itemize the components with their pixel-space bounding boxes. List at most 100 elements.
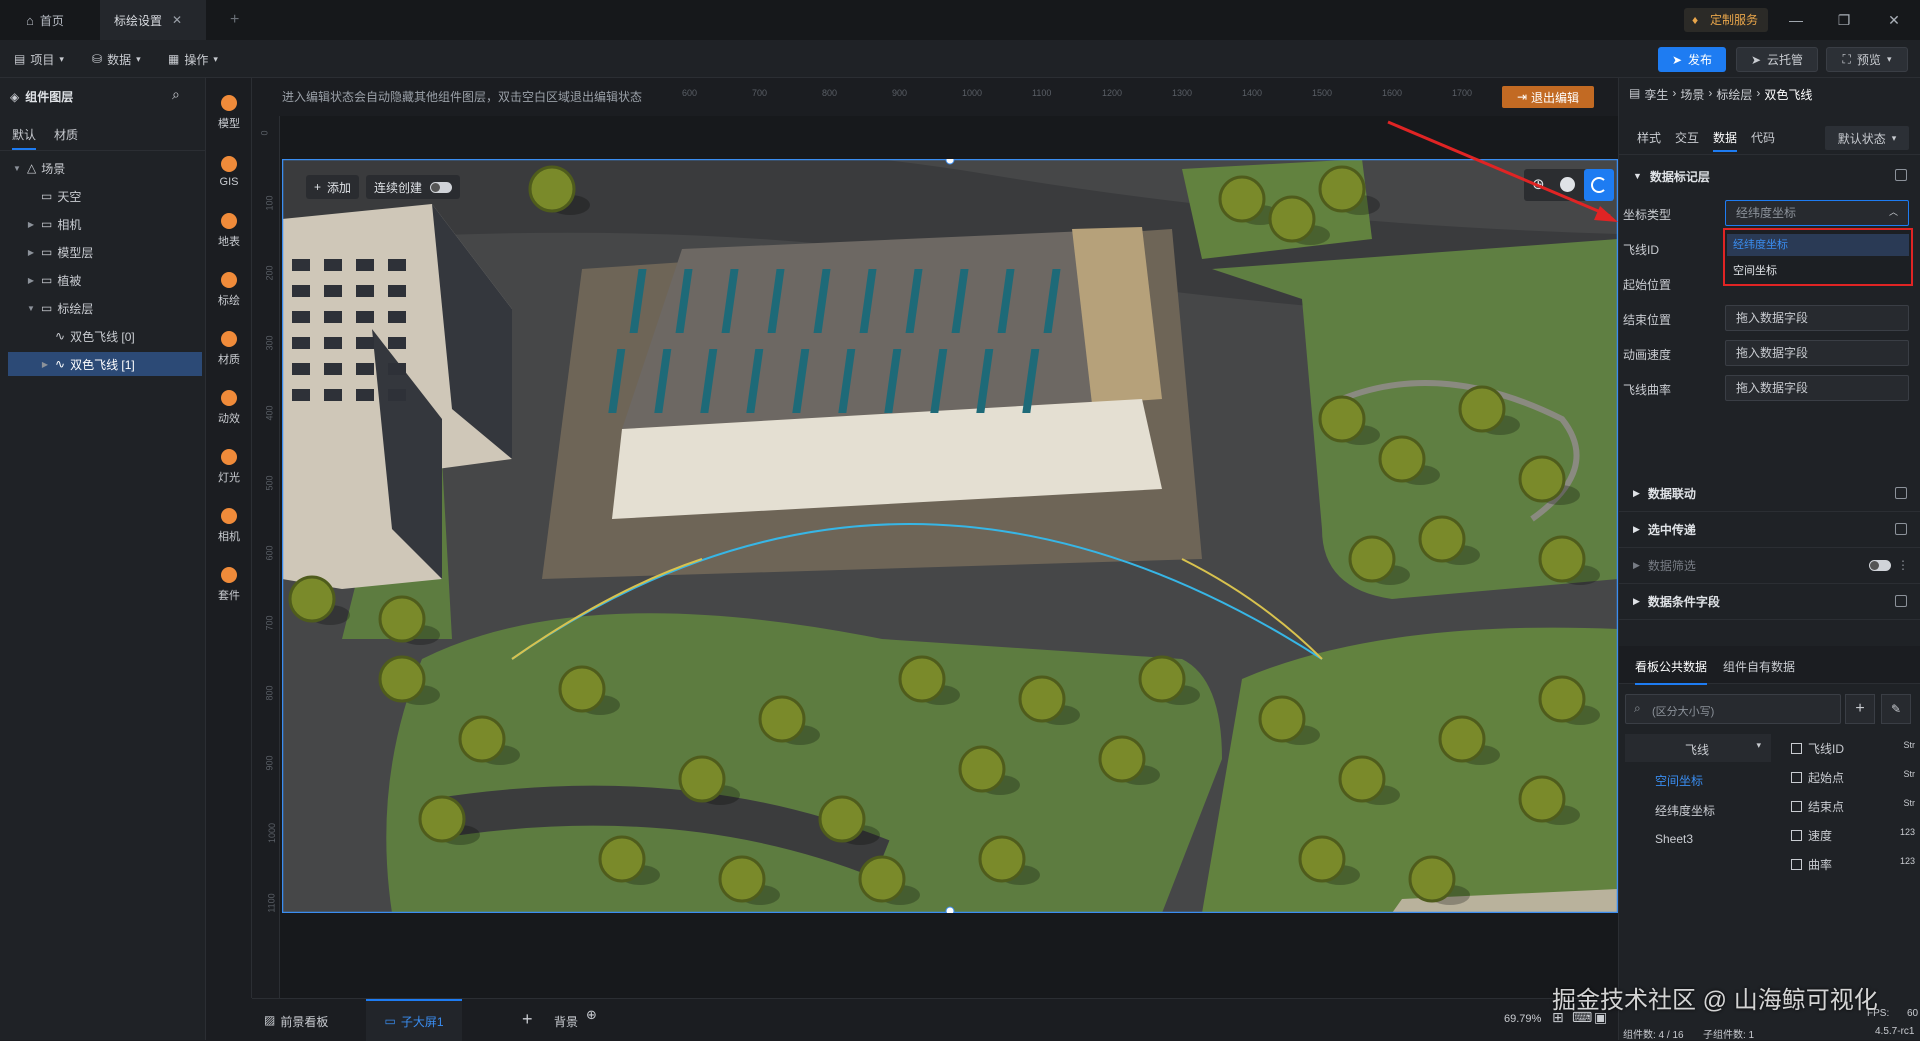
breadcrumb-item[interactable]: 孪生 (1644, 86, 1668, 103)
checkbox[interactable] (1791, 772, 1802, 783)
caret-down-icon[interactable]: ▼ (26, 304, 36, 313)
dataset-select-value: 飞线 (1685, 743, 1710, 757)
tab-style[interactable]: 样式 (1637, 124, 1661, 152)
caret-right-icon[interactable]: ▶ (40, 360, 50, 369)
dataset-select[interactable]: 飞线 ▾ (1625, 734, 1771, 762)
minimize-icon[interactable]: — (1786, 10, 1806, 30)
dropdown-option-space[interactable]: 空间坐标 (1727, 260, 1909, 282)
add-dataset-button[interactable]: + (1845, 694, 1875, 724)
checkbox[interactable] (1791, 801, 1802, 812)
add-circle-icon[interactable]: ⊕ (586, 1007, 597, 1023)
section-data-layer[interactable]: ▼ 数据标记层 (1619, 158, 1920, 194)
lock-icon[interactable] (1895, 595, 1907, 607)
lock-icon[interactable] (1895, 169, 1907, 181)
breadcrumb-item[interactable]: 场景 (1680, 86, 1704, 103)
operate-menu[interactable]: ▦ 操作 ▾ (168, 40, 218, 78)
field-item[interactable]: 曲率 123 (1791, 856, 1917, 873)
tab-settings[interactable]: 标绘设置 ✕ (100, 0, 206, 40)
more-icon[interactable]: ⋮ (1897, 558, 1909, 572)
window-close-icon[interactable]: ✕ (1884, 10, 1904, 30)
tool-light[interactable]: 灯光 (206, 442, 252, 492)
custom-service-button[interactable]: ♦ 定制服务 (1684, 8, 1769, 32)
data-search-field[interactable]: ⌕ (区分大小写) (1625, 694, 1841, 724)
field-item[interactable]: 起始点 Str (1791, 769, 1917, 786)
layers-icon: ◈ (10, 89, 20, 104)
layer-item[interactable]: ▶ ∿ 双色飞线 [1] (8, 352, 202, 376)
restore-icon[interactable]: ❐ (1834, 10, 1854, 30)
tab-interaction[interactable]: 交互 (1675, 124, 1699, 152)
add-screen-button[interactable]: + (522, 1009, 533, 1030)
field-item[interactable]: 速度 123 (1791, 827, 1917, 844)
checkbox[interactable] (1791, 859, 1802, 870)
dataset-item[interactable]: Sheet3 (1655, 832, 1693, 846)
tool-model[interactable]: 模型 (206, 88, 252, 138)
layer-item[interactable]: ▶ ▭ 相机 (8, 212, 202, 236)
camera-icon (221, 508, 237, 524)
tool-kit[interactable]: 套件 (206, 560, 252, 610)
lock-icon[interactable] (1895, 523, 1907, 535)
layer-item[interactable]: ▼ ▭ 标绘层 (8, 296, 202, 320)
dropdown-option-latlng[interactable]: 经纬度坐标 (1727, 234, 1909, 256)
lock-icon[interactable] (1895, 487, 1907, 499)
tab-material[interactable]: 材质 (54, 126, 78, 143)
data-field-dropzone[interactable]: 拖入数据字段 (1725, 340, 1909, 366)
section-select-pass[interactable]: ▶ 选中传递 (1619, 512, 1920, 548)
caret-down-icon[interactable]: ▼ (12, 164, 22, 173)
layer-item[interactable]: ▶ ▭ 模型层 (8, 240, 202, 264)
section-data-condition[interactable]: ▶ 数据条件字段 (1619, 584, 1920, 620)
tab-default[interactable]: 默认 (12, 126, 37, 150)
tool-camera[interactable]: 相机 (206, 501, 252, 551)
data-field-dropzone[interactable]: 拖入数据字段 (1725, 375, 1909, 401)
filter-toggle[interactable] (1869, 560, 1891, 571)
layer-item[interactable]: ∿ 双色飞线 [0] (8, 324, 202, 348)
breadcrumb-item[interactable]: 标绘层 (1716, 86, 1752, 103)
layer-item[interactable]: ▭ 天空 (8, 184, 202, 208)
layer-item-label: 场景 (41, 161, 66, 176)
sub-screen-tab[interactable]: ▭ 子大屏1 (366, 999, 462, 1041)
coordinate-type-select[interactable]: 经纬度坐标 (1725, 200, 1909, 226)
tab-code[interactable]: 代码 (1751, 124, 1775, 152)
background-tab[interactable]: 背景 (554, 1013, 578, 1030)
project-menu[interactable]: ▤ 项目 ▾ (14, 40, 64, 78)
layer-item[interactable]: ▼ △ 场景 (8, 156, 202, 180)
dataset-item[interactable]: 空间坐标 (1655, 772, 1703, 789)
data-menu[interactable]: ⛁ 数据 ▾ (92, 40, 141, 78)
tab-home[interactable]: ⌂ 首页 (12, 0, 78, 40)
grid-icon: ▦ (168, 52, 180, 66)
new-tab-button[interactable]: + (216, 0, 253, 40)
field-type: 123 (1899, 827, 1915, 837)
close-icon[interactable]: ✕ (172, 13, 182, 27)
tool-gis[interactable]: GIS (206, 147, 252, 197)
front-board-tab[interactable]: ▨ 前景看板 (264, 1013, 328, 1030)
caret-right-icon[interactable]: ▶ (26, 248, 36, 257)
tool-material[interactable]: 材质 (206, 324, 252, 374)
tab-data[interactable]: 数据 (1713, 124, 1738, 152)
state-select[interactable]: 默认状态 ▾ (1825, 126, 1909, 150)
send-icon: ➤ (1750, 52, 1762, 67)
publish-button[interactable]: ➤ 发布 (1658, 47, 1726, 72)
caret-right-icon[interactable]: ▶ (26, 276, 36, 285)
tab-public-data[interactable]: 看板公共数据 (1635, 658, 1708, 685)
section-data-filter[interactable]: ▶ 数据筛选 ⋮ (1619, 548, 1920, 584)
chevron-down-icon: ▾ (1756, 740, 1761, 750)
section-data-linkage[interactable]: ▶ 数据联动 (1619, 476, 1920, 512)
checkbox[interactable] (1791, 830, 1802, 841)
tool-marker[interactable]: 标绘 (206, 265, 252, 315)
layer-item[interactable]: ▶ ▭ 植被 (8, 268, 202, 292)
tool-label: 灯光 (218, 472, 240, 484)
section-title: 数据标记层 (1649, 169, 1710, 184)
preview-button[interactable]: ⛶ 预览 ▾ (1826, 47, 1908, 72)
caret-right-icon[interactable]: ▶ (26, 220, 36, 229)
tool-effect[interactable]: 动效 (206, 383, 252, 433)
tool-terrain[interactable]: 地表 (206, 206, 252, 256)
field-item[interactable]: 飞线ID Str (1791, 740, 1917, 757)
field-item[interactable]: 结束点 Str (1791, 798, 1917, 815)
checkbox[interactable] (1791, 743, 1802, 754)
cloud-button[interactable]: ➤ 云托管 (1736, 47, 1818, 72)
zoom-level[interactable]: 69.79% (1504, 1013, 1541, 1025)
edit-icon[interactable]: ✎ (1881, 694, 1911, 724)
search-icon[interactable]: ⌕ (172, 86, 180, 103)
dataset-item[interactable]: 经纬度坐标 (1655, 802, 1715, 819)
tab-own-data[interactable]: 组件自有数据 (1723, 658, 1795, 675)
data-field-dropzone[interactable]: 拖入数据字段 (1725, 305, 1909, 331)
